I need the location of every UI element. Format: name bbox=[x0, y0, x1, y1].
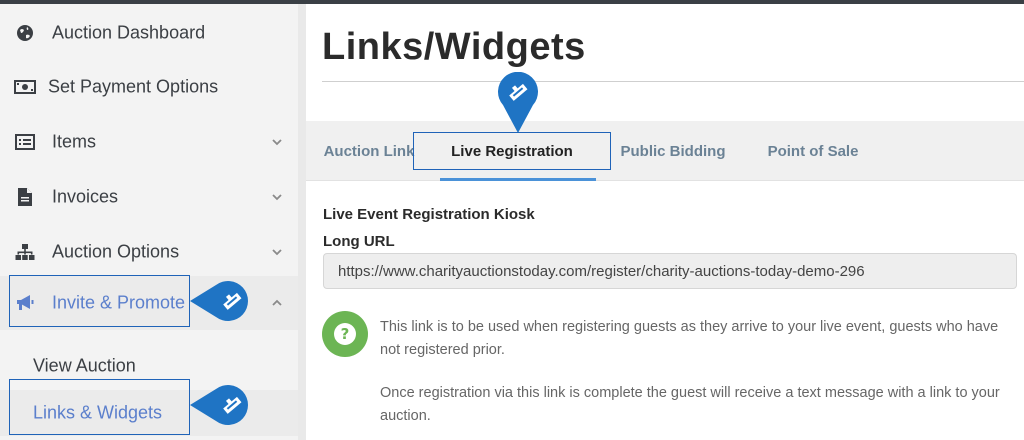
help-text-paragraph: Once registration via this link is compl… bbox=[380, 385, 1000, 424]
long-url-field[interactable]: https://www.charityauctionstoday.com/reg… bbox=[323, 253, 1017, 289]
live-registration-highlight bbox=[413, 132, 611, 170]
list-icon bbox=[14, 131, 36, 153]
section-title: Live Event Registration Kiosk bbox=[323, 206, 535, 223]
sidebar-item-auction-dashboard[interactable]: Auction Dashboard bbox=[0, 6, 298, 60]
sidebar-subitem-label: View Auction bbox=[33, 355, 136, 376]
url-label: Long URL bbox=[323, 233, 395, 250]
sidebar-item-label: Set Payment Options bbox=[48, 76, 219, 97]
chevron-down-icon[interactable] bbox=[270, 135, 284, 149]
chevron-down-icon[interactable] bbox=[270, 245, 284, 259]
money-icon bbox=[14, 76, 36, 98]
map-pin-marker-icon bbox=[498, 72, 538, 133]
sitemap-icon bbox=[14, 241, 36, 263]
document-icon bbox=[14, 186, 36, 208]
sidebar: Auction Dashboard Set Payment Options It… bbox=[0, 4, 298, 440]
tab-public-bidding[interactable]: Public Bidding bbox=[618, 121, 728, 181]
tab-auction-link[interactable]: Auction Link bbox=[324, 121, 415, 181]
svg-text:?: ? bbox=[341, 325, 350, 343]
question-icon: ? bbox=[322, 311, 368, 357]
map-pin-marker-icon bbox=[190, 281, 248, 321]
help-text-paragraph: This link is to be used when registering… bbox=[380, 319, 999, 358]
sidebar-item-label: Auction Options bbox=[52, 241, 180, 262]
tab-point-of-sale[interactable]: Point of Sale bbox=[762, 121, 864, 181]
invite-promote-highlight bbox=[9, 275, 190, 327]
chevron-down-icon[interactable] bbox=[270, 190, 284, 204]
map-pin-marker-icon bbox=[190, 385, 248, 425]
sidebar-item-label: Auction Dashboard bbox=[52, 22, 206, 43]
chevron-up-icon[interactable] bbox=[270, 296, 284, 310]
sidebar-divider bbox=[298, 4, 306, 440]
sidebar-item-label: Items bbox=[52, 131, 97, 152]
active-tab-indicator bbox=[440, 178, 596, 181]
sidebar-item-set-payment-options[interactable]: Set Payment Options bbox=[0, 60, 298, 114]
page-title: Links/Widgets bbox=[322, 26, 586, 68]
sidebar-item-label: Invoices bbox=[52, 186, 119, 207]
globe-icon bbox=[14, 22, 36, 44]
sidebar-item-items[interactable]: Items bbox=[0, 115, 298, 169]
sidebar-item-auction-options[interactable]: Auction Options bbox=[0, 225, 298, 279]
sidebar-item-invoices[interactable]: Invoices bbox=[0, 170, 298, 224]
links-widgets-highlight bbox=[9, 379, 190, 435]
title-divider bbox=[322, 81, 1024, 82]
